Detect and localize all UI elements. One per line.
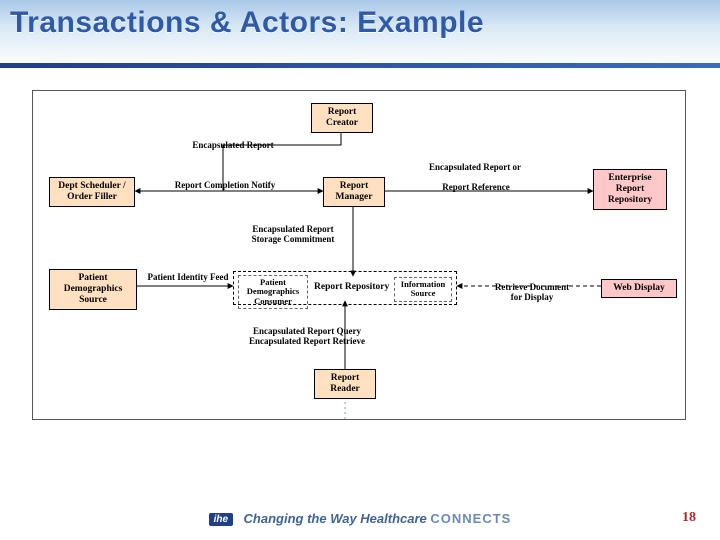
actor-web-display: Web Display: [601, 279, 677, 298]
actor-report-creator: ReportCreator: [311, 103, 373, 133]
grouped-label-report-repository: Report Repository: [314, 282, 389, 292]
label-storage-commitment: Encapsulated ReportStorage Commitment: [223, 225, 363, 245]
label-encapsulated-report: Encapsulated Report: [173, 141, 293, 151]
footer-tagline-connects: CONNECTS: [430, 511, 511, 526]
label-report-completion-notify: Report Completion Notify: [155, 181, 295, 191]
slide-footer: ihe Changing the Way Healthcare CONNECTS: [0, 510, 720, 528]
grouped-information-source: InformationSource: [394, 277, 452, 302]
actor-report-manager: ReportManager: [323, 177, 385, 207]
actor-dept-scheduler: Dept Scheduler /Order Filler: [49, 177, 135, 207]
footer-tagline-main: Changing the Way Healthcare: [244, 511, 427, 526]
slide-header: Transactions & Actors: Example: [0, 0, 720, 68]
label-encapsulated-report-or: Encapsulated Report or: [405, 163, 545, 173]
actor-report-repository-group: PatientDemographicsConsumer Report Repos…: [233, 271, 457, 305]
slide-title: Transactions & Actors: Example: [10, 6, 710, 40]
actor-enterprise-repo: EnterpriseReportRepository: [593, 169, 667, 210]
label-retrieve-doc: Retrieve Documentfor Display: [475, 283, 589, 303]
label-query-retrieve: Encapsulated Report QueryEncapsulated Re…: [223, 327, 391, 347]
label-patient-identity-feed: Patient Identity Feed: [137, 273, 239, 283]
grouped-patient-demo-consumer: PatientDemographicsConsumer: [238, 275, 308, 309]
footer-brand-badge: ihe: [209, 513, 233, 526]
label-report-reference: Report Reference: [421, 183, 531, 193]
footer-tagline: Changing the Way Healthcare CONNECTS: [244, 511, 512, 526]
actor-patient-demo-source: PatientDemographicsSource: [49, 269, 137, 310]
diagram-canvas: ReportCreator Dept Scheduler /Order Fill…: [32, 90, 686, 420]
actor-report-reader: ReportReader: [314, 369, 376, 399]
page-number: 18: [682, 510, 696, 526]
